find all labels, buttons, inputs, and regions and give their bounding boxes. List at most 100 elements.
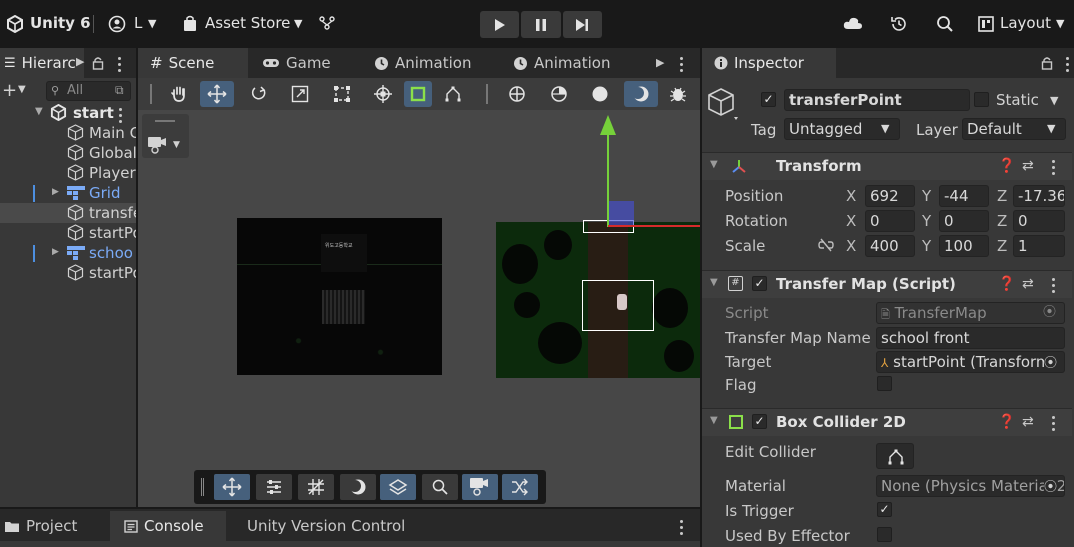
rect-tool-button[interactable]: [325, 81, 359, 107]
step-button[interactable]: [562, 11, 602, 38]
transform-tool-button[interactable]: [366, 81, 400, 107]
hand-tool-button[interactable]: [162, 81, 196, 107]
layers-button[interactable]: [380, 474, 416, 500]
rotate-tool-button[interactable]: [242, 81, 276, 107]
help-icon[interactable]: ❓: [998, 276, 1015, 292]
tile-settings-button[interactable]: [256, 474, 292, 500]
used-by-effector-checkbox[interactable]: [877, 527, 892, 542]
scene-camera-icon[interactable]: [147, 136, 169, 154]
version-control-branch-icon[interactable]: [318, 14, 336, 32]
position-z-field[interactable]: -17.36: [1013, 185, 1065, 207]
asset-store-chevron-icon[interactable]: ▼: [294, 17, 302, 30]
search-icon[interactable]: [936, 15, 954, 33]
inspector-lock-icon[interactable]: [1041, 56, 1053, 70]
tag-dropdown[interactable]: Untagged ▼: [784, 118, 900, 140]
preset-icon[interactable]: ⇄: [1022, 414, 1034, 430]
account-dropdown[interactable]: L: [134, 14, 142, 32]
forest-map-tilemap[interactable]: [496, 222, 700, 378]
tab-animation-1[interactable]: Animation: [374, 48, 471, 78]
tab-animation-2[interactable]: Animation: [513, 48, 610, 78]
foldout-arrow-icon[interactable]: ▼: [710, 277, 718, 288]
expand-arrow-icon[interactable]: ▶: [52, 247, 59, 257]
static-dropdown-icon[interactable]: ▼: [1050, 94, 1058, 107]
scale-tool-button[interactable]: [283, 81, 317, 107]
edit-collider-button[interactable]: [436, 81, 470, 107]
gameobject-icon[interactable]: [706, 86, 740, 124]
preset-icon[interactable]: ⇄: [1022, 276, 1034, 292]
position-x-field[interactable]: 692: [865, 185, 915, 207]
expand-arrow-icon[interactable]: ▶: [52, 187, 59, 197]
layout-chevron-icon[interactable]: ▼: [1056, 17, 1064, 30]
foldout-arrow-icon[interactable]: ▼: [710, 415, 718, 426]
hierarchy-item[interactable]: Global: [0, 143, 136, 163]
scene-menu-icon[interactable]: [119, 108, 123, 123]
object-name-field[interactable]: transferPoint: [784, 89, 970, 111]
tab-inspector[interactable]: Inspector: [702, 48, 836, 78]
scale-z-field[interactable]: 1: [1013, 235, 1065, 257]
shuffle-button[interactable]: [502, 474, 538, 500]
active-checkbox[interactable]: ✓: [761, 92, 776, 107]
hierarchy-item[interactable]: startPo: [0, 263, 136, 283]
tab-hierarchy[interactable]: ☰ Hierarc: [0, 48, 84, 78]
help-icon[interactable]: ❓: [998, 414, 1015, 430]
search-scene-button[interactable]: [422, 474, 458, 500]
hierarchy-item-selected[interactable]: transfe: [0, 203, 136, 223]
tab-console[interactable]: Console: [110, 511, 226, 541]
rotation-x-field[interactable]: 0: [865, 210, 915, 232]
add-icon[interactable]: +: [2, 80, 17, 101]
pause-button[interactable]: [521, 11, 561, 38]
tab-game[interactable]: Game: [260, 48, 331, 78]
pivot-button[interactable]: [542, 81, 576, 107]
player-sprite[interactable]: [617, 294, 627, 310]
cloud-icon[interactable]: [843, 16, 863, 30]
search-expand-icon[interactable]: ⧉: [115, 83, 124, 98]
hierarchy-item[interactable]: ▶ schoo: [0, 243, 136, 263]
foldout-arrow-icon[interactable]: ▼: [710, 159, 718, 170]
grid-visibility-button[interactable]: [298, 474, 334, 500]
rotation-z-field[interactable]: 0: [1013, 210, 1065, 232]
center-menu-icon[interactable]: [680, 57, 684, 75]
scale-x-field[interactable]: 400: [865, 235, 915, 257]
custom-tool-button[interactable]: [404, 81, 432, 107]
gizmo-plane-handle[interactable]: [608, 201, 634, 225]
shading-mode-button[interactable]: [583, 81, 617, 107]
account-chevron-icon[interactable]: ▼: [148, 17, 156, 30]
tile-move-button[interactable]: [214, 474, 250, 500]
global-pivot-button[interactable]: [500, 81, 534, 107]
tab-scroll-right-icon[interactable]: ▶: [76, 55, 84, 68]
edit-collider-toggle[interactable]: [876, 443, 914, 469]
camera-chevron-icon[interactable]: ▼: [173, 140, 180, 150]
component-menu-icon[interactable]: [1052, 160, 1056, 178]
target-picker-icon[interactable]: ⦿: [1044, 352, 1058, 371]
help-icon[interactable]: ❓: [998, 158, 1015, 174]
history-icon[interactable]: [890, 15, 908, 33]
material-picker-icon[interactable]: ⦿: [1044, 476, 1058, 495]
play-button[interactable]: [480, 11, 520, 38]
tab-scroll-right-icon[interactable]: ▶: [656, 56, 664, 69]
component-menu-icon[interactable]: [1052, 416, 1056, 434]
box-collider-header[interactable]: ▼ ✓ Box Collider 2D ❓ ⇄: [702, 408, 1072, 436]
static-checkbox[interactable]: [974, 92, 989, 107]
gizmo-y-axis[interactable]: [607, 132, 609, 227]
camera-button[interactable]: [462, 474, 498, 500]
component-menu-icon[interactable]: [1052, 278, 1056, 296]
unity-version-label[interactable]: Unity 6: [30, 14, 91, 32]
target-field[interactable]: ⅄ startPoint (Transform): [876, 351, 1065, 373]
add-chevron-icon[interactable]: ▼: [18, 84, 26, 95]
school-map-tilemap[interactable]: 위도고등학교: [237, 218, 442, 375]
hierarchy-search-input[interactable]: ⚲ All ⧉: [46, 81, 131, 101]
hierarchy-scene-row[interactable]: ▼ start: [0, 103, 136, 123]
transfer-map-name-field[interactable]: school front: [876, 327, 1065, 349]
gizmo-x-axis[interactable]: [608, 225, 700, 227]
layout-icon[interactable]: [978, 16, 994, 32]
move-tool-button[interactable]: [200, 81, 234, 107]
transform-header[interactable]: ▼ Transform ❓ ⇄: [702, 152, 1072, 180]
layer-dropdown[interactable]: Default ▼: [962, 118, 1066, 140]
preset-icon[interactable]: ⇄: [1022, 158, 1034, 174]
material-field[interactable]: None (Physics Material 2D): [876, 475, 1065, 497]
position-y-field[interactable]: -44: [939, 185, 989, 207]
layout-dropdown[interactable]: Layout: [1000, 14, 1051, 32]
hierarchy-item[interactable]: Player: [0, 163, 136, 183]
bottom-menu-icon[interactable]: [680, 520, 684, 538]
expand-arrow-icon[interactable]: ▼: [35, 106, 43, 117]
